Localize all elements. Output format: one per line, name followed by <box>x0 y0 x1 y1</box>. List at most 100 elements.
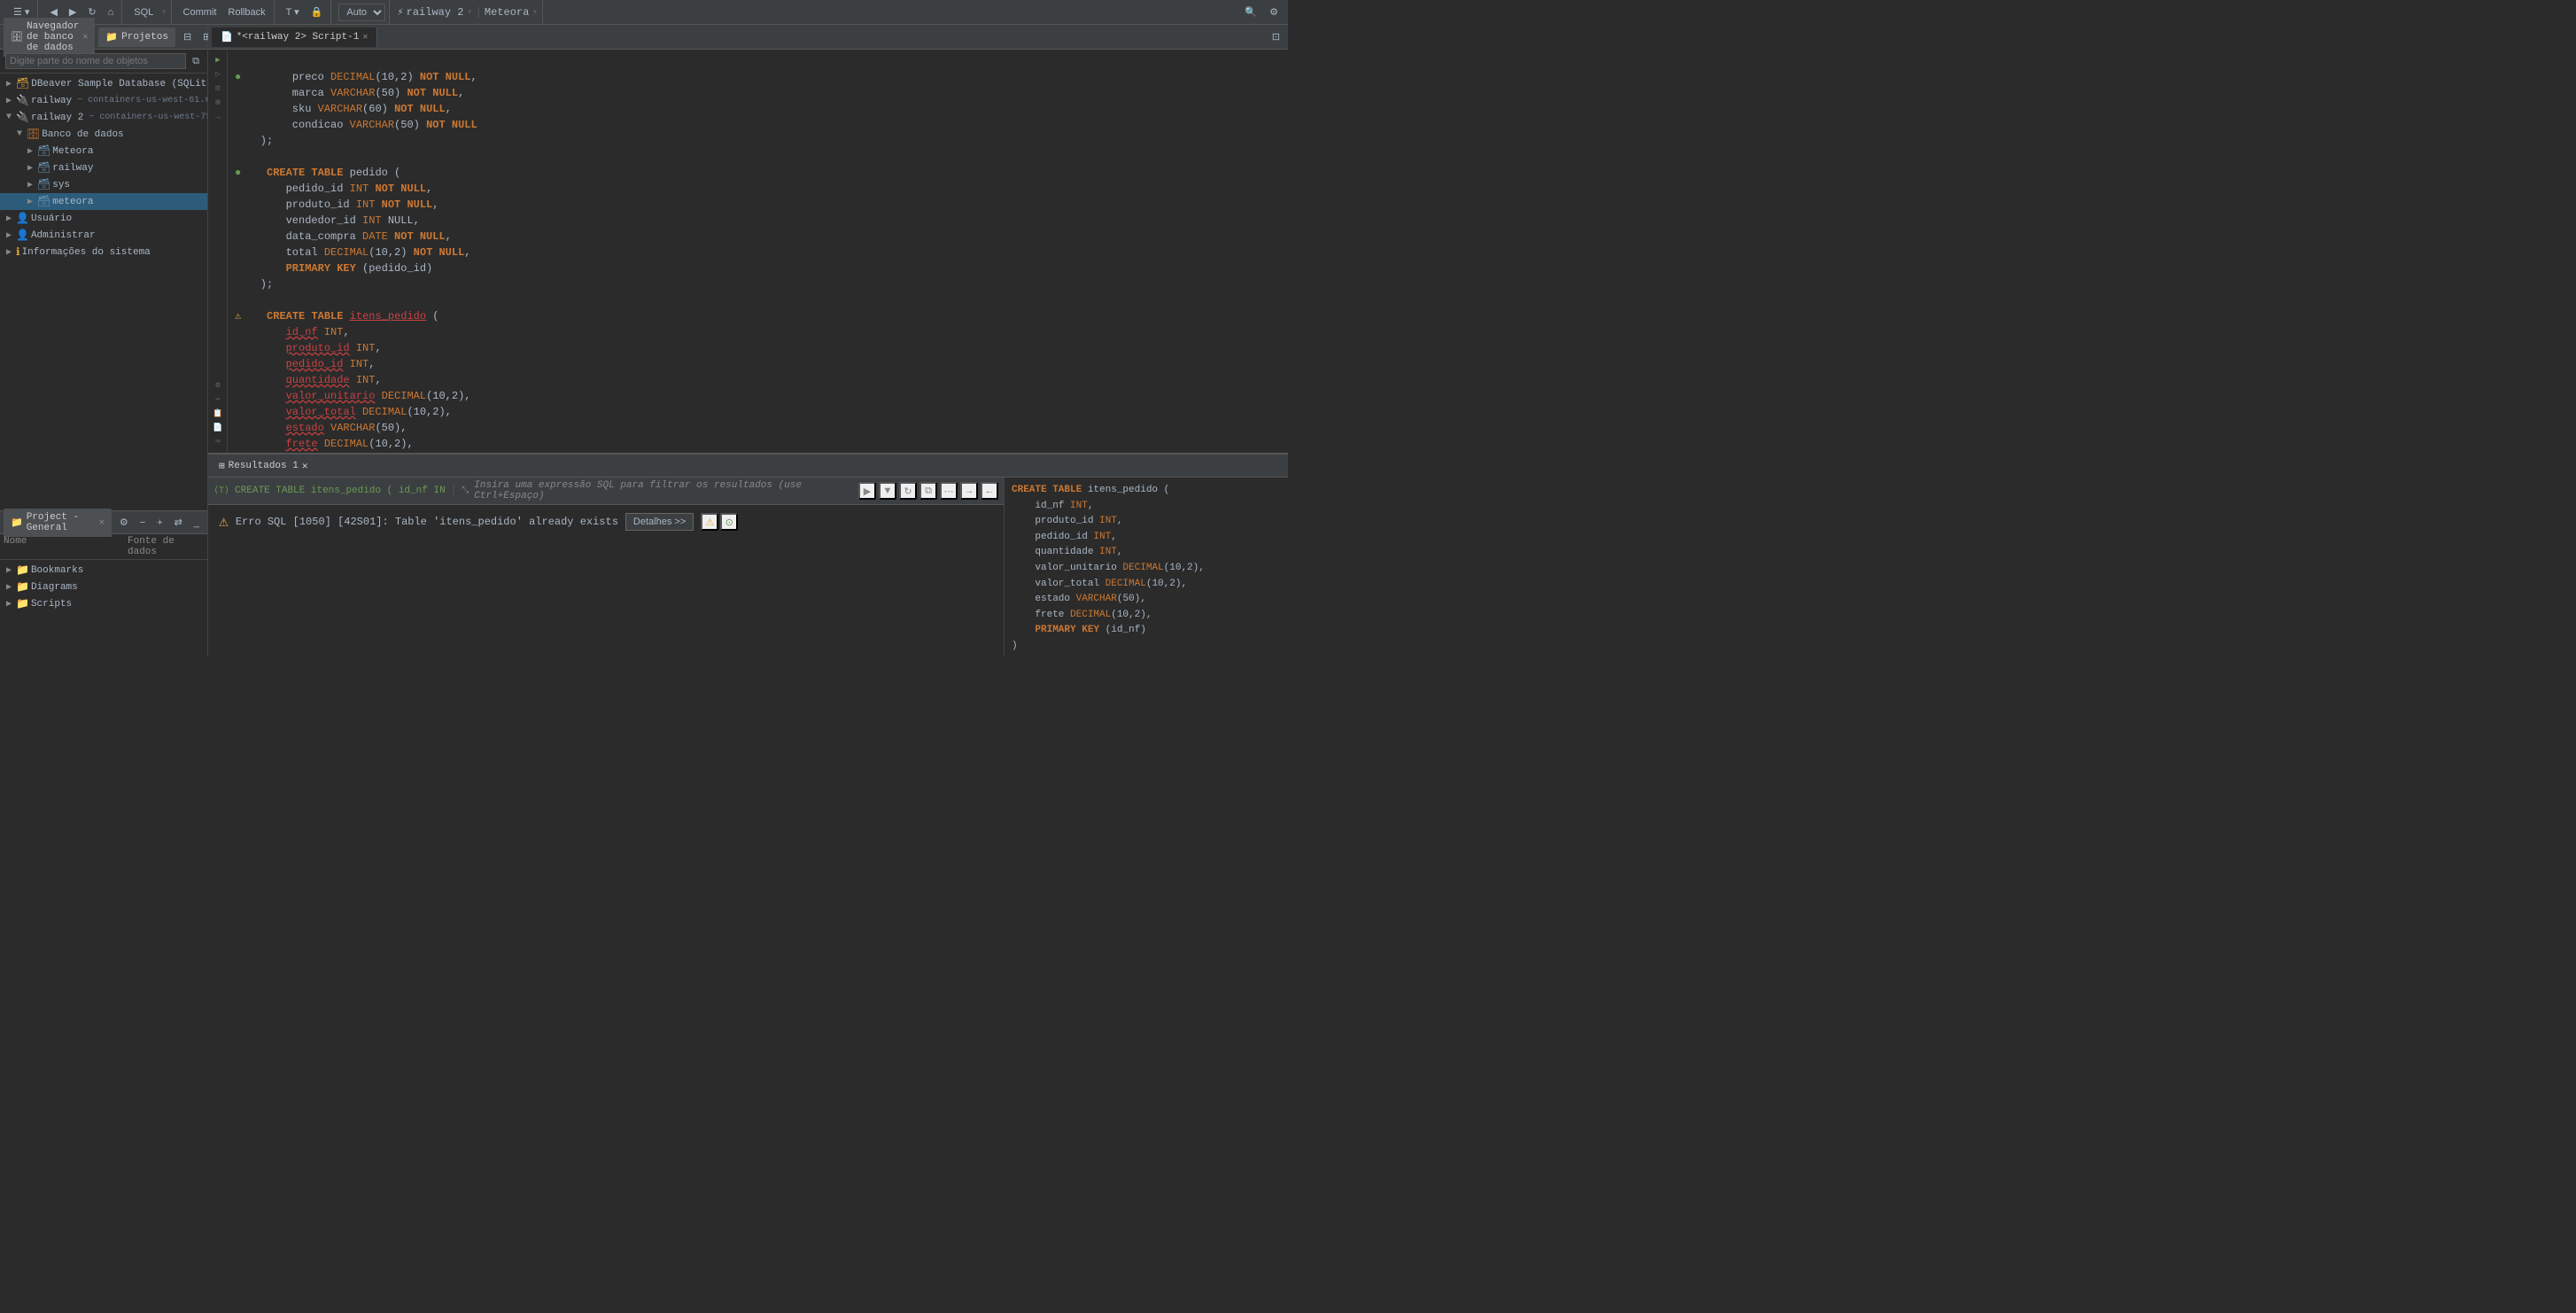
arrow-icon: ▶ <box>4 214 14 224</box>
bottom-sync-btn[interactable]: ⇄ <box>170 515 187 530</box>
editor-tab-label: *<railway 2> Script-1 <box>237 32 360 43</box>
tree-item-label: Informações do sistema <box>22 247 151 258</box>
maximize-btn[interactable]: ⊡ <box>1268 29 1284 44</box>
terminal-btn[interactable]: ⌨ <box>208 435 228 449</box>
search-input[interactable] <box>5 53 186 69</box>
tree-item-label: railway 2 <box>31 113 83 123</box>
editor-tab-script1[interactable]: 📄 *<railway 2> Script-1 ✕ <box>212 27 377 47</box>
main-layout: 🗄 Navegador de banco de dados ✕ 📁 Projet… <box>0 25 1288 656</box>
results-toolbar-actions: ▶ ▼ ↻ ⧉ ⋯ → ← <box>858 482 998 500</box>
tree-item-meteora[interactable]: ▶ 🗃 Meteora <box>0 143 207 159</box>
details-btn[interactable]: Detalhes >> <box>625 513 694 531</box>
tree-item-label: sys <box>52 180 70 190</box>
bottom-min-btn[interactable]: _ <box>190 515 204 530</box>
tree-item-usuario[interactable]: ▶ 👤 Usuário <box>0 210 207 227</box>
project-item-bookmarks[interactable]: ▶ 📁 Bookmarks <box>0 562 207 579</box>
lock-btn[interactable]: 🔒 <box>306 4 328 19</box>
settings-btn[interactable]: ⚙ <box>1265 4 1283 19</box>
tree-item-administrar[interactable]: ▶ 👤 Administrar <box>0 227 207 244</box>
down-btn[interactable]: ▼ <box>879 482 896 500</box>
db-icon: 🗃 <box>37 144 50 158</box>
tree-item-dbeaver-sample[interactable]: ▶ 🗃 DBeaver Sample Database (SQLite) <box>0 75 207 92</box>
bottom-minus-btn[interactable]: − <box>136 515 150 530</box>
side-code-preview: CREATE TABLE itens_pedido ( id_nf INT, p… <box>1012 483 1281 655</box>
run-filter-btn[interactable]: ▶ <box>858 482 876 500</box>
search-btn[interactable]: 🔍 <box>1240 4 1261 19</box>
editor-tab-close[interactable]: ✕ <box>362 32 368 43</box>
run-script-btn[interactable]: ▷ <box>208 67 228 82</box>
db-navigator-close[interactable]: ✕ <box>82 32 88 43</box>
send-btn[interactable]: → <box>208 110 228 124</box>
collapse-btn[interactable]: ⊟ <box>179 29 196 44</box>
tree-item-banco-dados[interactable]: ▼ 🗄 Banco de dados <box>0 126 207 143</box>
bottom-panel-actions: ⚙ − + ⇄ _ <box>115 515 204 530</box>
info-btn[interactable]: ⊙ <box>720 513 738 531</box>
tree-item-label: Meteora <box>52 146 93 157</box>
export-btn[interactable]: → <box>960 482 978 500</box>
folder-icon: 📁 <box>16 580 29 594</box>
format-btn[interactable]: T ▾ <box>282 4 304 19</box>
auto-dropdown[interactable]: Auto <box>338 4 385 21</box>
tree-item-railway-db[interactable]: ▶ 🗃 railway <box>0 159 207 176</box>
arrow-icon: ▶ <box>4 599 14 610</box>
db-icon: 🗃 <box>37 178 50 191</box>
project-col-headers: Nome Fonte de dados <box>0 534 207 560</box>
home-btn[interactable]: ⌂ <box>104 5 119 19</box>
editor-scroll-area[interactable]: ● preco DECIMAL(10,2) NOT NULL, marca VA… <box>228 50 1288 453</box>
more-results-btn[interactable]: ⋯ <box>940 482 958 500</box>
connection-icon: 🔌 <box>16 94 29 107</box>
settings-gutter-btn[interactable]: ⚙ <box>208 378 228 392</box>
commit-group: Commit Rollback <box>175 0 275 24</box>
tree-item-railway[interactable]: ▶ 🔌 railway ~ containers-us-west-61.rail… <box>0 92 207 109</box>
tree-item-railway2[interactable]: ▼ 🔌 railway 2 ~ containers-us-west-75.ra… <box>0 109 207 126</box>
results-tab-close[interactable]: ✕ <box>302 460 308 472</box>
tree-item-sys[interactable]: ▶ 🗃 sys <box>0 176 207 193</box>
page-btn[interactable]: 📄 <box>208 421 228 435</box>
run-btn[interactable]: ▶ <box>208 53 228 67</box>
connection-icon: 🔌 <box>16 111 29 124</box>
sql-btn[interactable]: SQL <box>129 5 158 19</box>
history-btn[interactable]: 📋 <box>208 407 228 421</box>
tree-item-meteora-sel[interactable]: ▶ 🗃 meteora <box>0 193 207 210</box>
import-btn[interactable]: ← <box>981 482 998 500</box>
filter-input[interactable]: Insira uma expressão SQL para filtrar os… <box>474 480 853 501</box>
bottom-tab-bar: 📁 Project - General ✕ ⚙ − + ⇄ _ <box>0 511 207 534</box>
bottom-plus-btn[interactable]: + <box>152 515 167 530</box>
folder-icon: 📁 <box>16 597 29 610</box>
bottom-settings-btn[interactable]: ⚙ <box>115 515 133 530</box>
tree-item-label: Usuário <box>31 214 72 224</box>
run-single-btn[interactable]: ⊡ <box>208 82 228 96</box>
error-row: ⚠ Erro SQL [1050] [42S01]: Table 'itens_… <box>208 505 1004 539</box>
arrow-icon: ▶ <box>25 163 35 174</box>
more-gutter-btn[interactable]: ⋯ <box>208 392 228 407</box>
project-general-tab[interactable]: 📁 Project - General ✕ <box>4 509 112 537</box>
projects-tab[interactable]: 📁 Projetos <box>98 27 175 47</box>
filter-btn[interactable]: ⧉ <box>190 55 202 68</box>
project-item-diagrams[interactable]: ▶ 📁 Diagrams <box>0 579 207 595</box>
tree-item-label: Administrar <box>31 230 96 241</box>
sql-group: SQL ▾ <box>126 0 171 24</box>
tree-item-sublabel: ~ containers-us-west-61.railway.app:5611 <box>77 96 207 105</box>
refresh-results-btn[interactable]: ↻ <box>899 482 917 500</box>
commit-btn[interactable]: Commit <box>179 5 221 19</box>
results-content: ⟨T⟩ CREATE TABLE itens_pedido ( id_nf IN… <box>208 478 1288 656</box>
error-message: Erro SQL [1050] [42S01]: Table 'itens_pe… <box>236 516 618 528</box>
user-icon: 👤 <box>16 212 29 225</box>
project-item-scripts[interactable]: ▶ 📁 Scripts <box>0 595 207 612</box>
project-tab-close[interactable]: ✕ <box>99 517 105 528</box>
database-label: Meteora <box>485 6 529 19</box>
format-group: T ▾ 🔒 <box>278 0 332 24</box>
warning-icon: ⚠ <box>219 512 229 532</box>
tree-item-info[interactable]: ▶ ℹ Informações do sistema <box>0 244 207 260</box>
arrow-icon: ▶ <box>25 180 35 190</box>
explain-btn[interactable]: ⊞ <box>208 96 228 110</box>
col-nome-header: Nome <box>4 536 128 557</box>
filter-size-icon: ⤡ <box>462 486 469 496</box>
results-tab-1[interactable]: ⊞ Resultados 1 ✕ <box>212 457 314 475</box>
db-navigator-label: Navegador de banco de dados <box>27 21 79 53</box>
warning-btn[interactable]: ⚠ <box>701 513 718 531</box>
filter-results-btn[interactable]: ⧉ <box>919 482 937 500</box>
arrow-icon: ▶ <box>4 565 14 576</box>
results-tab-label: Resultados 1 <box>229 461 299 471</box>
rollback-btn[interactable]: Rollback <box>223 5 269 19</box>
